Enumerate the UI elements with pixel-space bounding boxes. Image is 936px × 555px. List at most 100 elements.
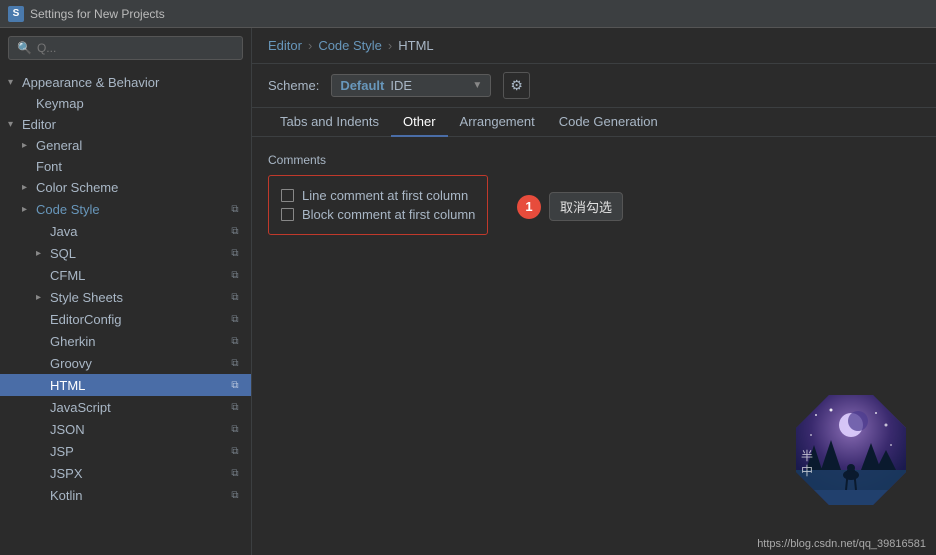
copy-icon: ⧉ bbox=[227, 355, 243, 371]
arrow-icon: ▸ bbox=[36, 248, 50, 259]
search-input[interactable] bbox=[37, 41, 234, 55]
scheme-row: Scheme: Default IDE ▼ ⚙ bbox=[252, 64, 936, 108]
sidebar-item-label: HTML bbox=[50, 378, 227, 393]
sidebar-item-label: Font bbox=[36, 159, 243, 174]
sidebar-item-color-scheme[interactable]: ▸Color Scheme bbox=[0, 177, 251, 198]
sidebar-item-label: EditorConfig bbox=[50, 312, 227, 327]
tooltip-text: 取消勾选 bbox=[549, 192, 623, 221]
arrow-icon: ▸ bbox=[22, 140, 36, 151]
sidebar-item-keymap[interactable]: Keymap bbox=[0, 93, 251, 114]
main-content: 🔍 ▾Appearance & BehaviorKeymap▾Editor▸Ge… bbox=[0, 28, 936, 555]
sidebar-item-label: Kotlin bbox=[50, 488, 227, 503]
sidebar-item-label: Style Sheets bbox=[50, 290, 227, 305]
sidebar: 🔍 ▾Appearance & BehaviorKeymap▾Editor▸Ge… bbox=[0, 28, 252, 555]
copy-icon: ⧉ bbox=[227, 487, 243, 503]
tab-arrangement[interactable]: Arrangement bbox=[448, 108, 547, 137]
sidebar-item-label: Java bbox=[50, 224, 227, 239]
copy-icon: ⧉ bbox=[227, 245, 243, 261]
line-comment-label: Line comment at first column bbox=[302, 188, 468, 203]
sidebar-tree: ▾Appearance & BehaviorKeymap▾Editor▸Gene… bbox=[0, 68, 251, 555]
search-box[interactable]: 🔍 bbox=[8, 36, 243, 60]
sidebar-item-label: JSPX bbox=[50, 466, 227, 481]
sidebar-item-javascript[interactable]: JavaScript⧉ bbox=[0, 396, 251, 418]
tab-other[interactable]: Other bbox=[391, 108, 448, 137]
arrow-icon: ▸ bbox=[22, 182, 36, 193]
app-icon: S bbox=[8, 6, 24, 22]
arrow-icon: ▸ bbox=[36, 292, 50, 303]
block-comment-checkbox[interactable] bbox=[281, 208, 294, 221]
sidebar-item-font[interactable]: Font bbox=[0, 156, 251, 177]
tabs-row: Tabs and IndentsOtherArrangementCode Gen… bbox=[252, 108, 936, 137]
line-comment-row: Line comment at first column bbox=[281, 188, 475, 203]
sidebar-item-style-sheets[interactable]: ▸Style Sheets⧉ bbox=[0, 286, 251, 308]
sidebar-item-jspx[interactable]: JSPX⧉ bbox=[0, 462, 251, 484]
comments-box: Line comment at first column Block comme… bbox=[268, 175, 488, 235]
sidebar-item-groovy[interactable]: Groovy⧉ bbox=[0, 352, 251, 374]
deco-image: 半 中 bbox=[796, 395, 926, 525]
line-comment-checkbox[interactable] bbox=[281, 189, 294, 202]
sidebar-item-label: General bbox=[36, 138, 243, 153]
sidebar-item-code-style[interactable]: ▸Code Style⧉ bbox=[0, 198, 251, 220]
arrow-icon: ▾ bbox=[8, 119, 22, 130]
url-text: https://blog.csdn.net/qq_39816581 bbox=[757, 538, 926, 550]
sidebar-item-label: Editor bbox=[22, 117, 243, 132]
copy-icon: ⧉ bbox=[227, 465, 243, 481]
sidebar-item-appearance-behavior[interactable]: ▾Appearance & Behavior bbox=[0, 72, 251, 93]
sidebar-item-label: Color Scheme bbox=[36, 180, 243, 195]
breadcrumb-sep-2: › bbox=[388, 38, 392, 53]
sidebar-item-jsp[interactable]: JSP⧉ bbox=[0, 440, 251, 462]
sidebar-item-label: CFML bbox=[50, 268, 227, 283]
sidebar-item-general[interactable]: ▸General bbox=[0, 135, 251, 156]
sidebar-item-kotlin[interactable]: Kotlin⧉ bbox=[0, 484, 251, 506]
chevron-down-icon: ▼ bbox=[472, 80, 482, 91]
deco-octagon: 半 中 bbox=[796, 395, 906, 505]
sidebar-item-cfml[interactable]: CFML⧉ bbox=[0, 264, 251, 286]
sidebar-item-label: Code Style bbox=[36, 202, 227, 217]
sidebar-item-gherkin[interactable]: Gherkin⧉ bbox=[0, 330, 251, 352]
sidebar-item-json[interactable]: JSON⧉ bbox=[0, 418, 251, 440]
block-comment-label: Block comment at first column bbox=[302, 207, 475, 222]
sidebar-item-java[interactable]: Java⧉ bbox=[0, 220, 251, 242]
tab-tabs-indents[interactable]: Tabs and Indents bbox=[268, 108, 391, 137]
breadcrumb-sep-1: › bbox=[308, 38, 312, 53]
scheme-label: Scheme: bbox=[268, 78, 319, 93]
scheme-dropdown[interactable]: Default IDE ▼ bbox=[331, 74, 491, 97]
sidebar-item-sql[interactable]: ▸SQL⧉ bbox=[0, 242, 251, 264]
breadcrumb: Editor › Code Style › HTML bbox=[252, 28, 936, 64]
sidebar-item-html[interactable]: HTML⧉ bbox=[0, 374, 251, 396]
tab-code-generation[interactable]: Code Generation bbox=[547, 108, 670, 137]
svg-text:半: 半 bbox=[801, 449, 813, 463]
copy-icon: ⧉ bbox=[227, 289, 243, 305]
right-panel: Editor › Code Style › HTML Scheme: Defau… bbox=[252, 28, 936, 555]
copy-icon: ⧉ bbox=[227, 201, 243, 217]
copy-icon: ⧉ bbox=[227, 377, 243, 393]
sidebar-item-label: SQL bbox=[50, 246, 227, 261]
svg-text:中: 中 bbox=[801, 463, 813, 478]
breadcrumb-editor[interactable]: Editor bbox=[268, 38, 302, 53]
sidebar-item-editor[interactable]: ▾Editor bbox=[0, 114, 251, 135]
scheme-default-text: Default bbox=[340, 78, 384, 93]
arrow-icon: ▾ bbox=[8, 77, 22, 88]
copy-icon: ⧉ bbox=[227, 267, 243, 283]
sidebar-item-label: JavaScript bbox=[50, 400, 227, 415]
sidebar-item-editor-config[interactable]: EditorConfig⧉ bbox=[0, 308, 251, 330]
tooltip-number: 1 bbox=[517, 195, 541, 219]
sidebar-item-label: JSP bbox=[50, 444, 227, 459]
block-comment-row: Block comment at first column bbox=[281, 207, 475, 222]
copy-icon: ⧉ bbox=[227, 443, 243, 459]
sidebar-item-label: Groovy bbox=[50, 356, 227, 371]
copy-icon: ⧉ bbox=[227, 311, 243, 327]
scheme-ide-text: IDE bbox=[390, 78, 412, 93]
tooltip-bubble: 1 取消勾选 bbox=[517, 192, 623, 221]
panel-body: Comments Line comment at first column Bl… bbox=[252, 137, 936, 555]
copy-icon: ⧉ bbox=[227, 399, 243, 415]
gear-button[interactable]: ⚙ bbox=[503, 72, 530, 99]
copy-icon: ⧉ bbox=[227, 223, 243, 239]
arrow-icon: ▸ bbox=[22, 204, 36, 215]
sidebar-item-label: Keymap bbox=[36, 96, 243, 111]
breadcrumb-code-style[interactable]: Code Style bbox=[318, 38, 382, 53]
sidebar-item-label: Appearance & Behavior bbox=[22, 75, 243, 90]
title-bar: S Settings for New Projects bbox=[0, 0, 936, 28]
comments-section-title: Comments bbox=[268, 153, 920, 167]
copy-icon: ⧉ bbox=[227, 421, 243, 437]
